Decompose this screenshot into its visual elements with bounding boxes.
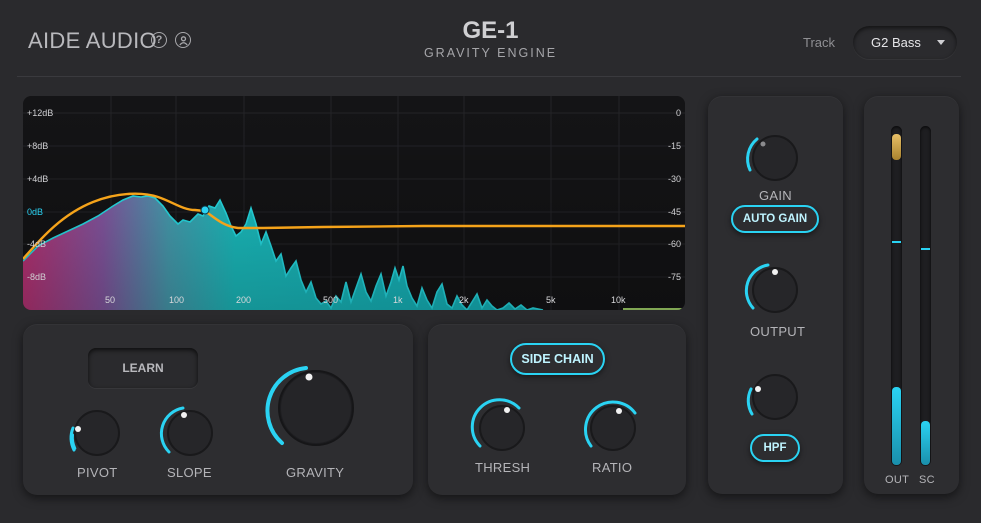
- thresh-knob[interactable]: [467, 395, 537, 465]
- freq-label: 2k: [459, 295, 469, 305]
- spectrum-analyzer[interactable]: +12dB +8dB +4dB 0dB -4dB -8dB 0 -15 -30 …: [23, 96, 685, 310]
- db-label: -4dB: [27, 239, 47, 249]
- meter-panel: [864, 96, 959, 494]
- sc-meter-label: SC: [919, 474, 935, 486]
- freq-label: 100: [169, 295, 185, 305]
- db-label: -45: [667, 207, 681, 217]
- gain-knob[interactable]: [740, 125, 810, 195]
- db-label: -8dB: [27, 272, 47, 282]
- ratio-knob[interactable]: [578, 395, 648, 465]
- out-meter-label: OUT: [885, 474, 910, 486]
- db-label-zero: 0dB: [27, 207, 44, 217]
- track-value: G2 Bass: [871, 35, 921, 50]
- gravity-label: GRAVITY: [286, 465, 345, 480]
- pivot-label: PIVOT: [77, 465, 118, 480]
- header-divider: [17, 76, 961, 77]
- sc-meter-peak: [921, 248, 930, 250]
- slope-label: SLOPE: [167, 465, 212, 480]
- track-dropdown[interactable]: G2 Bass: [853, 26, 957, 59]
- db-label: +12dB: [27, 108, 54, 118]
- db-label: -30: [667, 174, 681, 184]
- freq-label: 10k: [611, 295, 626, 305]
- db-label: +8dB: [27, 141, 49, 151]
- gain-label: GAIN: [759, 188, 792, 203]
- pivot-knob[interactable]: [62, 400, 132, 470]
- sc-meter: [920, 126, 931, 466]
- out-meter-peak: [892, 241, 901, 243]
- spectrum-graph: [23, 96, 685, 310]
- freq-label: 1k: [393, 295, 403, 305]
- freq-label: 5k: [546, 295, 556, 305]
- gravity-knob[interactable]: [262, 355, 370, 463]
- freq-label: 500: [323, 295, 339, 305]
- db-label: -15: [667, 141, 681, 151]
- learn-button[interactable]: LEARN: [88, 348, 198, 388]
- hpf-button[interactable]: HPF: [750, 434, 800, 462]
- slope-knob[interactable]: [155, 400, 225, 470]
- freq-label: 50: [105, 295, 116, 305]
- db-label: -60: [667, 239, 681, 249]
- db-label: -75: [667, 272, 681, 282]
- out-meter-fill: [892, 387, 901, 465]
- thresh-label: THRESH: [475, 460, 531, 475]
- side-chain-button[interactable]: SIDE CHAIN: [510, 343, 605, 375]
- sc-meter-fill: [921, 421, 930, 465]
- ratio-label: RATIO: [592, 460, 633, 475]
- chevron-down-icon: [937, 40, 945, 45]
- db-label: 0: [675, 108, 681, 118]
- out-meter: [891, 126, 902, 466]
- output-label: OUTPUT: [750, 324, 806, 339]
- output-knob[interactable]: [740, 257, 810, 327]
- track-label: Track: [803, 35, 836, 50]
- hpf-knob[interactable]: [740, 364, 810, 434]
- out-clip-indicator[interactable]: [892, 134, 901, 160]
- auto-gain-button[interactable]: AUTO GAIN: [731, 205, 819, 233]
- db-label: +4dB: [27, 174, 49, 184]
- freq-label: 200: [236, 295, 252, 305]
